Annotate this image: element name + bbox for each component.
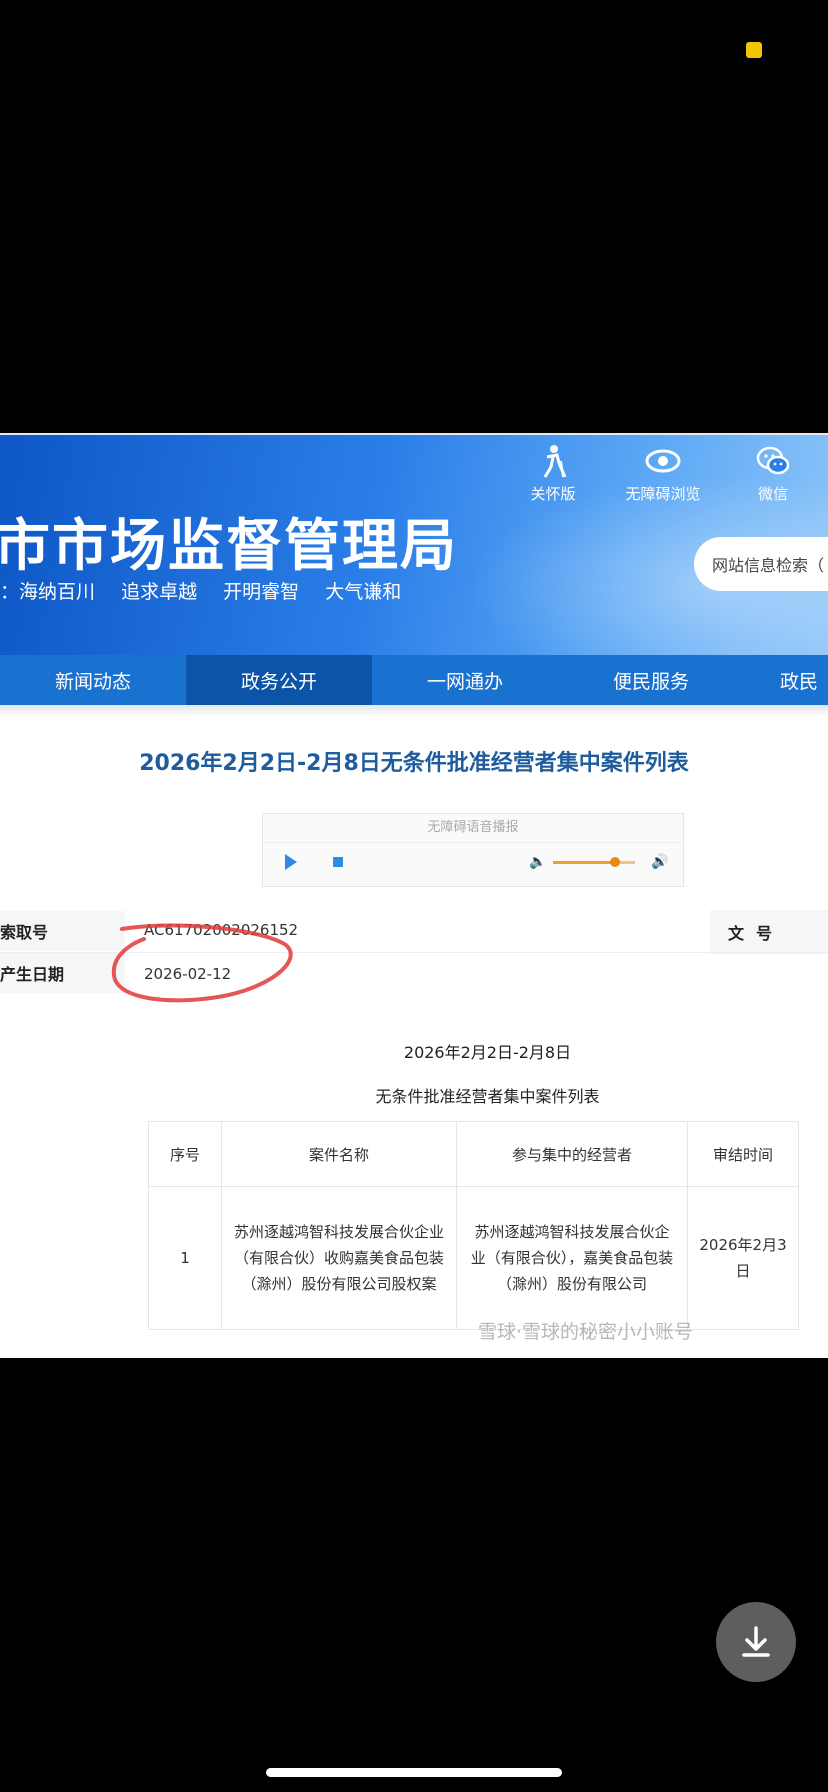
doc-no-label: 文号 [710,910,828,954]
audio-label: 无障碍语音播报 [263,814,683,843]
accessibility-button[interactable]: 无障碍浏览 [608,443,718,504]
volume-low-icon[interactable]: 🔈 [529,854,546,870]
watermark: 雪球·雪球的秘密小小账号 [478,1321,694,1343]
red-circle-annotation [111,923,293,1003]
care-mode-button[interactable]: 关怀版 [498,443,608,504]
slogan-item: ：海纳百川 [0,581,96,603]
home-indicator[interactable] [266,1768,562,1777]
play-icon[interactable] [285,854,297,870]
column-header-no: 序号 [148,1121,222,1187]
volume-fill [553,861,615,864]
header-tools: 关怀版 无障碍浏览 微信 [498,443,828,504]
slogan-item: 开明睿智 [223,581,300,603]
wechat-button[interactable]: 微信 [718,443,828,504]
main-nav: 新闻动态 政务公开 一网通办 便民服务 政民 [0,655,828,705]
volume-slider[interactable] [553,857,635,867]
nav-item-online-service[interactable]: 一网通办 [372,655,558,705]
volume-knob[interactable] [609,857,620,867]
volume-high-icon[interactable]: 🔊 [651,854,668,870]
case-name-text: 苏州逐越鸿智科技发展合伙企业（有限合伙）收购嘉美食品包装（滁州）股份有限公司股权… [233,1223,444,1293]
decision-date-text: 2026年2月3日 [699,1236,787,1280]
nav-item-gov-affairs[interactable]: 政务公开 [186,655,372,705]
table-row: 1 苏州逐越鸿智科技发展合伙企业（有限合伙）收购嘉美食品包装（滁州）股份有限公司… [148,1186,799,1330]
column-header-case: 案件名称 [221,1121,457,1187]
download-icon [742,1626,770,1657]
nav-item-interaction[interactable]: 政民 [744,655,828,705]
nav-item-news[interactable]: 新闻动态 [0,655,186,705]
document-date-range: 2026年2月2日-2月8日 [403,1043,572,1062]
document-subtitle: 无条件批准经营者集中案件列表 [375,1087,600,1106]
tool-label: 关怀版 [530,485,576,503]
tool-label: 微信 [757,485,788,503]
column-header-parties: 参与集中的经营者 [456,1121,688,1187]
page-title: 2026年2月2日-2月8日无条件批准经营者集中案件列表 [139,751,689,776]
tool-label: 无障碍浏览 [625,485,701,503]
cell-parties: 苏州逐越鸿智科技发展合伙企业（有限合伙），嘉美食品包装（滁州）股份有限公司 [456,1186,688,1330]
stop-icon[interactable] [333,857,343,867]
column-header-date: 审结时间 [687,1121,799,1187]
cell-no: 1 [148,1186,222,1330]
screenshot-content: 市市场监督管理局 ：海纳百川 追求卓越 开明睿智 大气谦和 关怀版 无障碍浏览 … [0,433,828,1358]
cell-date: 2026年2月3日 [687,1186,799,1330]
index-no-label: 索取号 [0,911,125,951]
eye-icon [645,449,681,473]
site-title: 市市场监督管理局 [0,514,458,579]
status-indicator [746,42,762,58]
audio-player: 无障碍语音播报 🔈 🔊 [262,813,684,887]
header-banner: 市市场监督管理局 ：海纳百川 追求卓越 开明睿智 大气谦和 关怀版 无障碍浏览 … [0,435,828,657]
elderly-care-icon [543,445,567,478]
table-header-row: 序号 案件名称 参与集中的经营者 审结时间 [148,1121,799,1187]
site-search-input[interactable]: 网站信息检索（ [694,537,828,591]
site-slogan: ：海纳百川 追求卓越 开明睿智 大气谦和 [0,577,421,604]
issue-date-label: 产生日期 [0,953,125,993]
wechat-icon [756,446,790,475]
download-button[interactable] [716,1602,796,1682]
parties-text: 苏州逐越鸿智科技发展合伙企业（有限合伙），嘉美食品包装（滁州）股份有限公司 [470,1223,674,1293]
nav-shadow [0,705,828,717]
slogan-item: 大气谦和 [325,581,402,603]
nav-item-public-service[interactable]: 便民服务 [558,655,744,705]
slogan-item: 追求卓越 [121,581,198,603]
cell-case: 苏州逐越鸿智科技发展合伙企业（有限合伙）收购嘉美食品包装（滁州）股份有限公司股权… [221,1186,457,1330]
cases-table: 序号 案件名称 参与集中的经营者 审结时间 1 苏州逐越鸿智科技发展合伙企业（有… [148,1121,799,1330]
